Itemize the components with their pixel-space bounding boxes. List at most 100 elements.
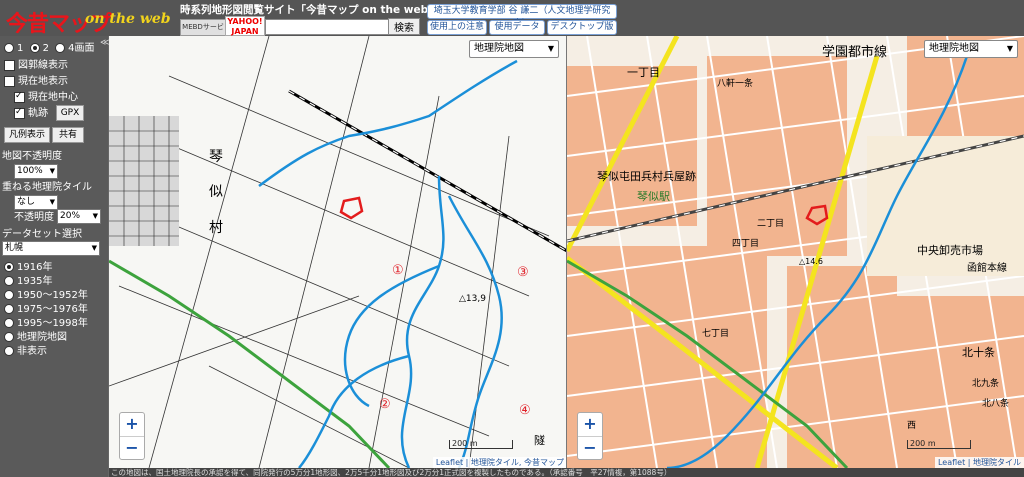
track-label: 軌跡 — [28, 108, 48, 119]
show-location-label: 現在地表示 — [18, 76, 68, 87]
period-item[interactable]: 1975～1976年 — [4, 303, 88, 316]
copyright-footer: この地図は、国土地理院長の承認を得て、同院発行の5万分1地形図、2万5千分1地形… — [109, 468, 1024, 477]
zoom-in-button[interactable]: + — [578, 413, 602, 437]
map-label-heioku: 琴似屯田兵村兵屋跡 — [597, 169, 696, 183]
town-area — [109, 116, 179, 246]
field-boundaries — [109, 36, 550, 468]
author-link[interactable]: 埼玉大学教育学部 谷 謙二（人文地理学研究室） — [427, 4, 617, 29]
show-location-checkbox[interactable] — [4, 75, 15, 87]
left-attribution[interactable]: Leaflet | 地理院タイル, 今昔マップ — [432, 457, 567, 468]
zoom-out-button[interactable]: − — [120, 437, 144, 460]
railway — [288, 89, 567, 253]
map-label-kotoni: 村 — [209, 220, 223, 236]
chevron-down-icon: ▼ — [49, 167, 55, 175]
app-header: 今昔マップ on the web 時系列地形図閲覧サイト「今昔マップ on th… — [0, 0, 1024, 46]
period-radio[interactable] — [4, 346, 14, 356]
elevation-label: △13,9 — [459, 294, 486, 304]
map-label-kita10: 北十条 — [962, 345, 995, 359]
map-label-ittyome: 一丁目 — [627, 66, 660, 79]
usage-notes-link[interactable]: 使用上の注意 — [427, 20, 487, 35]
current-center-label: 現在地中心 — [28, 92, 78, 103]
show-location-row[interactable]: 現在地表示 — [4, 75, 68, 88]
left-layer-select[interactable]: 地理院地図 ▼ — [469, 40, 559, 58]
site-logo[interactable]: 今昔マップ on the web — [2, 2, 172, 37]
overlay-opacity-label: 不透明度 — [14, 212, 54, 223]
site-title: 時系列地形図閲覧サイト「今昔マップ on the web」 — [180, 4, 439, 16]
overlay-label: 重ねる地理院タイル — [2, 182, 92, 193]
search-input[interactable] — [265, 19, 389, 35]
chevron-down-icon: ▼ — [49, 198, 55, 206]
track-row[interactable]: 軌跡 — [14, 106, 48, 120]
zoom-in-button[interactable]: + — [120, 413, 144, 437]
period-radio[interactable] — [4, 290, 14, 300]
map-label-yonchome: 四丁目 — [732, 238, 759, 249]
marker-4: ④ — [519, 403, 531, 418]
period-item[interactable]: 1916年 — [4, 261, 52, 274]
period-radio[interactable] — [4, 318, 14, 328]
period-radio[interactable] — [4, 304, 14, 314]
dataset-select[interactable]: 札幌 ▼ — [2, 241, 100, 256]
screen-mode-4-radio[interactable] — [55, 43, 66, 53]
period-radio[interactable] — [4, 262, 14, 272]
period-label: 非表示 — [17, 346, 47, 357]
marker-1: ① — [392, 263, 404, 278]
overlay-value: なし — [17, 197, 36, 207]
legend-button[interactable]: 凡例表示 — [4, 127, 50, 143]
share-button[interactable]: 共有 — [52, 127, 84, 143]
period-label: 1916年 — [17, 262, 53, 273]
map-label-gakuen-line: 学園都市線 — [822, 44, 887, 60]
show-index-row[interactable]: 図郭線表示 — [4, 59, 68, 72]
current-center-checkbox[interactable] — [14, 90, 25, 103]
green-track — [109, 259, 391, 468]
gpx-button[interactable]: GPX — [56, 105, 84, 121]
period-item[interactable]: 地理院地図 — [4, 331, 67, 344]
show-index-label: 図郭線表示 — [18, 60, 68, 71]
current-center-row[interactable]: 現在地中心 — [14, 90, 78, 104]
historic-map-pane[interactable]: 琴 似 村 △13,9 ① ② ③ ④ 隧 地理院地図 ▼ + − 200 m L… — [109, 36, 567, 468]
desktop-version-link[interactable]: デスクトップ版 — [547, 20, 617, 35]
period-item[interactable]: 1950～1952年 — [4, 289, 88, 302]
overlay-opacity-select[interactable]: 20% ▼ — [57, 209, 101, 224]
map-label-kotoni-station: 琴似駅 — [637, 190, 670, 203]
track-checkbox[interactable] — [14, 106, 25, 119]
right-attribution[interactable]: Leaflet | 地理院タイル — [934, 457, 1024, 468]
period-item[interactable]: 1995～1998年 — [4, 317, 88, 330]
map-label-kita8: 北八条 — [982, 397, 1009, 409]
left-zoom-control: + − — [119, 412, 145, 460]
opacity-value: 100% — [17, 166, 43, 176]
zoom-out-button[interactable]: − — [578, 437, 602, 460]
period-radio[interactable] — [4, 276, 14, 286]
yahoo-badge[interactable]: YAHOO! JAPAN — [225, 16, 265, 36]
period-label: 1995～1998年 — [17, 318, 88, 329]
opacity-select[interactable]: 100% ▼ — [14, 164, 58, 179]
marker-2: ② — [379, 397, 391, 412]
overlay-select[interactable]: なし ▼ — [14, 195, 58, 210]
map-label-nicho: 二丁目 — [757, 218, 784, 229]
search-button[interactable]: 検索 — [388, 18, 420, 35]
overlay-opacity-value: 20% — [60, 211, 81, 221]
chevron-down-icon: ▼ — [92, 212, 98, 220]
dataset-label: データセット選択 — [2, 229, 82, 240]
left-scale-bar: 200 m — [449, 440, 513, 449]
map-label-market: 中央卸売市場 — [917, 243, 983, 257]
right-layer-select[interactable]: 地理院地図 ▼ — [924, 40, 1018, 58]
elevation-label: △14.6 — [799, 257, 823, 266]
historic-map-canvas: 琴 似 村 △13,9 ① ② ③ ④ 隧 — [109, 36, 567, 468]
right-layer-value: 地理院地図 — [929, 43, 979, 54]
collapse-sidebar-icon[interactable]: ≪ — [100, 38, 109, 48]
period-item[interactable]: 1935年 — [4, 275, 52, 288]
data-used-link[interactable]: 使用データ — [489, 20, 545, 35]
screen-mode-1-radio[interactable] — [4, 43, 14, 53]
sidebar: 1 2 4画面 図郭線表示 現在地表示 現在地中心 軌跡 GPX 凡例表示 共有… — [0, 36, 108, 477]
chevron-down-icon: ▼ — [1006, 44, 1013, 53]
show-index-checkbox[interactable] — [4, 59, 15, 71]
screen-mode-4-label: 4画面 — [68, 43, 95, 54]
map-label-tunnel: 隧 — [534, 433, 545, 447]
modern-map-pane[interactable]: 琴似屯田兵村兵屋跡 琴似駅 中央卸売市場 一丁目 二丁目 四丁目 七丁目 八軒一… — [567, 36, 1024, 468]
screen-mode-2-radio[interactable] — [29, 43, 40, 53]
right-scale-bar: 200 m — [907, 440, 971, 449]
period-label: 1935年 — [17, 276, 53, 287]
period-item[interactable]: 非表示 — [4, 345, 47, 358]
period-radio[interactable] — [4, 332, 14, 342]
left-layer-value: 地理院地図 — [474, 43, 524, 54]
